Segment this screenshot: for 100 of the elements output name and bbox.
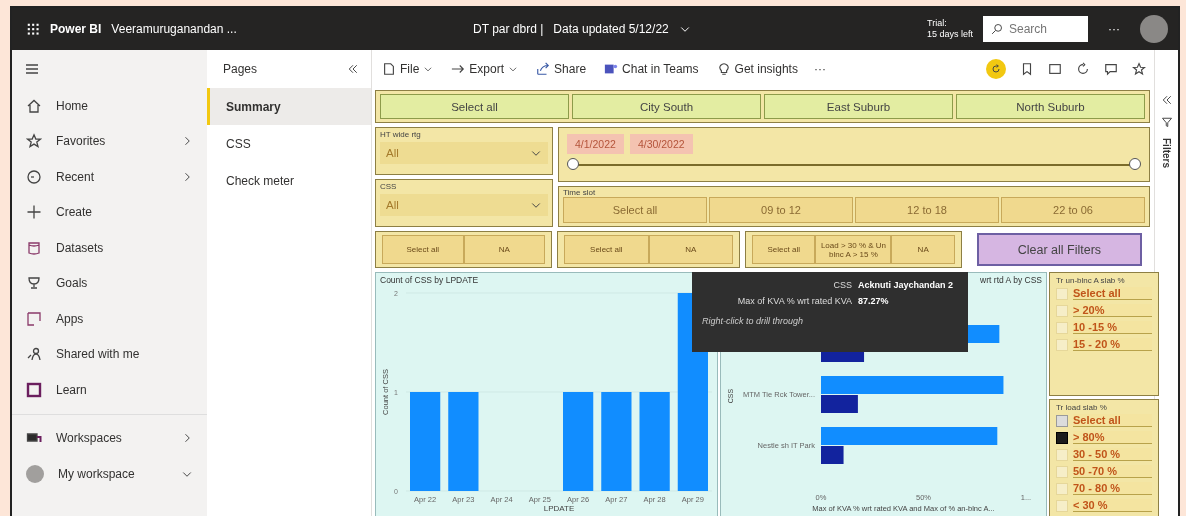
tooltip-label: Max of KVA % wrt rated KVA	[736, 296, 852, 306]
nav-item[interactable]: Datasets	[12, 230, 207, 266]
home-icon	[26, 97, 42, 114]
checkbox-label[interactable]: > 80%	[1073, 431, 1152, 444]
pages-title: Pages	[223, 62, 258, 76]
slicer-title: CSS	[380, 182, 398, 191]
slicer-title: Time slot	[563, 188, 597, 197]
menu-icon	[24, 61, 40, 77]
collapse-icon	[347, 63, 359, 75]
checkbox-label[interactable]: 70 - 80 %	[1073, 482, 1152, 495]
checkbox[interactable]	[1056, 431, 1068, 444]
nav-label: Shared with me	[56, 347, 141, 362]
tooltip-value: 87.27%	[858, 296, 890, 306]
star-icon	[1132, 62, 1146, 76]
checkbox-label[interactable]: 10 -15 %	[1073, 321, 1152, 334]
slicer-title: HT wide rtg	[380, 130, 422, 139]
trophy-icon	[26, 275, 42, 292]
nav-item[interactable]: Favorites	[12, 123, 207, 159]
checkbox-label[interactable]: 30 - 50 %	[1073, 448, 1152, 461]
search-input[interactable]: Search	[1009, 22, 1079, 36]
bookmark-icon	[1020, 62, 1034, 76]
slicer-title: Tr load slab %	[1056, 403, 1108, 412]
avatar-icon[interactable]	[1140, 15, 1168, 43]
date-range-slider[interactable]	[567, 158, 1141, 172]
chevron-down-icon	[423, 64, 434, 74]
teams-icon	[604, 62, 619, 76]
slicer-option[interactable]: Select all	[752, 235, 816, 264]
nav-label: Recent	[56, 169, 96, 184]
view-icon	[1048, 62, 1062, 76]
slicer-option[interactable]: City South	[572, 94, 761, 119]
chart-title: Count of CSS by LPDATE	[380, 275, 479, 285]
clock-icon	[26, 168, 42, 185]
checkbox-label[interactable]: Select all	[1073, 287, 1152, 300]
nav-label: Home	[56, 98, 89, 113]
checkbox-label[interactable]: < 30 %	[1073, 499, 1152, 512]
page-tab[interactable]: Check meter	[207, 162, 371, 199]
people-icon	[26, 346, 42, 363]
toolbar-button[interactable]: Chat in Teams	[602, 60, 701, 78]
nav-item[interactable]: Recent	[12, 159, 207, 195]
nav-item[interactable]: Learn	[12, 372, 207, 408]
slicer-option[interactable]: Load > 30 % & Un blnc A > 15 %	[815, 235, 892, 264]
nav-item[interactable]: My workspace	[12, 456, 207, 492]
slicer-option[interactable]: Select all	[380, 94, 569, 119]
app-launcher-icon	[26, 22, 40, 36]
data-updated-label[interactable]: Data updated 5/12/22	[553, 22, 669, 36]
workspace-name: Veeramuruganandan ...	[111, 22, 237, 36]
checkbox-label[interactable]: 50 -70 %	[1073, 465, 1152, 478]
database-icon	[26, 239, 42, 256]
slicer-option[interactable]: 22 to 06	[1001, 197, 1145, 223]
toolbar-button[interactable]: Get insights	[714, 60, 800, 78]
reset-icon	[990, 63, 1002, 75]
axis-title: LPDATE	[543, 504, 575, 513]
slicer-option[interactable]: NA	[463, 235, 546, 264]
chart-title: wrt rtd A by CSS	[980, 275, 1042, 285]
reset-button[interactable]	[986, 59, 1006, 79]
toolbar-button[interactable]: File	[380, 60, 436, 78]
more-button[interactable]: ···	[813, 62, 826, 76]
nav-item[interactable]: Create	[12, 194, 207, 230]
nav-label: Learn	[56, 382, 88, 397]
avatar-icon	[26, 464, 44, 483]
checkbox-label[interactable]: 15 - 20 %	[1073, 338, 1152, 351]
nav-label: My workspace	[58, 466, 136, 481]
comment-icon	[1104, 62, 1118, 76]
page-tab[interactable]: Summary	[207, 88, 371, 125]
slicer-option[interactable]: NA	[648, 235, 734, 264]
clear-filters-button[interactable]: Clear all Filters	[976, 233, 1142, 266]
checkbox-label[interactable]: Select all	[1073, 414, 1152, 427]
checkbox-label[interactable]: > 20%	[1073, 304, 1152, 317]
slicer-option[interactable]: Select all	[563, 197, 707, 223]
slicer-option[interactable]: Select all	[564, 235, 649, 264]
slicer-option[interactable]: Select all	[382, 235, 464, 264]
filters-pane-label[interactable]: Filters	[1161, 138, 1172, 168]
apps-icon	[26, 310, 42, 327]
nav-label: Favorites	[56, 134, 107, 149]
slicer-option[interactable]: 09 to 12	[709, 197, 853, 223]
nav-item[interactable]: Goals	[12, 265, 207, 301]
search-icon	[991, 23, 1003, 35]
page-tab[interactable]: CSS	[207, 125, 371, 162]
tooltip-label: CSS	[832, 280, 852, 290]
nav-item[interactable]: Shared with me	[12, 336, 207, 372]
more-button[interactable]: ···	[1098, 22, 1130, 36]
slicer-option[interactable]: NA	[891, 235, 955, 264]
nav-item[interactable]: Workspaces	[12, 420, 207, 456]
toolbar-button[interactable]: Export	[449, 60, 521, 78]
nav-item[interactable]: Apps	[12, 301, 207, 337]
nav-label: Datasets	[56, 240, 105, 255]
export-icon	[451, 62, 466, 76]
slicer-option[interactable]: East Suburb	[764, 94, 953, 119]
tooltip-value: Acknuti Jaychandan 2	[858, 280, 955, 290]
search-box[interactable]: Search	[983, 16, 1088, 42]
slicer-option[interactable]: North Suburb	[956, 94, 1145, 119]
nav-label: Goals	[56, 276, 89, 291]
file-icon	[382, 62, 396, 76]
nav-item[interactable]: Home	[12, 88, 207, 124]
checkbox[interactable]	[1056, 414, 1068, 427]
slicer-option[interactable]: 12 to 18	[855, 197, 999, 223]
nav-label: Apps	[56, 311, 85, 326]
nav-label: Workspaces	[56, 431, 123, 446]
tooltip-hint: Right-click to drill through	[702, 316, 805, 326]
toolbar-button[interactable]: Share	[534, 60, 589, 78]
